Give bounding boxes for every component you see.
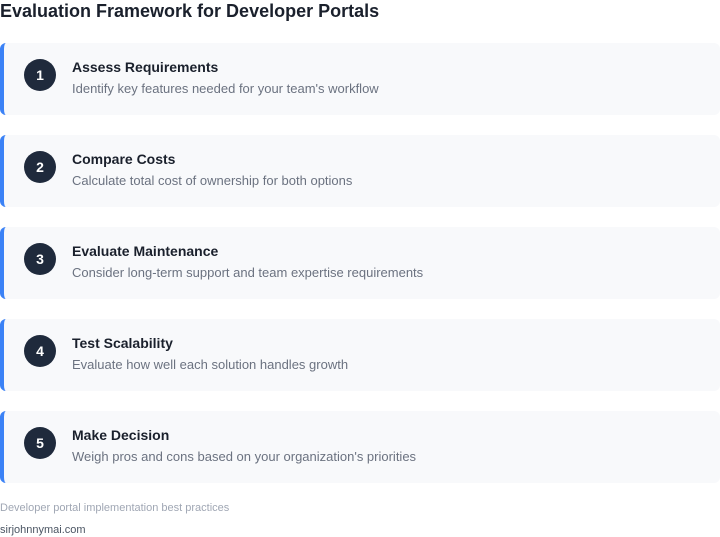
step-title: Compare Costs bbox=[72, 151, 176, 167]
step-number-badge: 1 bbox=[24, 59, 56, 91]
step-title: Make Decision bbox=[72, 427, 170, 443]
step-card: 3 Evaluate Maintenance Consider long-ter… bbox=[0, 227, 720, 299]
step-number-badge: 3 bbox=[24, 243, 56, 275]
step-card: 2 Compare Costs Calculate total cost of … bbox=[0, 135, 720, 207]
step-description: Evaluate how well each solution handles … bbox=[72, 357, 349, 372]
step-card: 5 Make Decision Weigh pros and cons base… bbox=[0, 411, 720, 483]
step-title: Evaluate Maintenance bbox=[72, 243, 219, 259]
step-title: Assess Requirements bbox=[72, 59, 219, 75]
step-number-badge: 5 bbox=[24, 427, 56, 459]
step-description: Consider long-term support and team expe… bbox=[72, 265, 424, 280]
steps-list: 1 Assess Requirements Identify key featu… bbox=[0, 43, 720, 483]
page: Evaluation Framework for Developer Porta… bbox=[0, 0, 720, 537]
step-description: Identify key features needed for your te… bbox=[72, 81, 379, 96]
page-title: Evaluation Framework for Developer Porta… bbox=[0, 1, 380, 21]
caption: Developer portal implementation best pra… bbox=[0, 502, 230, 514]
step-card: 1 Assess Requirements Identify key featu… bbox=[0, 43, 720, 115]
step-description: Calculate total cost of ownership for bo… bbox=[72, 173, 353, 188]
step-description: Weigh pros and cons based on your organi… bbox=[72, 449, 417, 464]
step-title: Test Scalability bbox=[72, 335, 173, 351]
source-link[interactable]: sirjohnnymai.com bbox=[0, 524, 86, 537]
step-card: 4 Test Scalability Evaluate how well eac… bbox=[0, 319, 720, 391]
step-number-badge: 2 bbox=[24, 151, 56, 183]
step-number-badge: 4 bbox=[24, 335, 56, 367]
